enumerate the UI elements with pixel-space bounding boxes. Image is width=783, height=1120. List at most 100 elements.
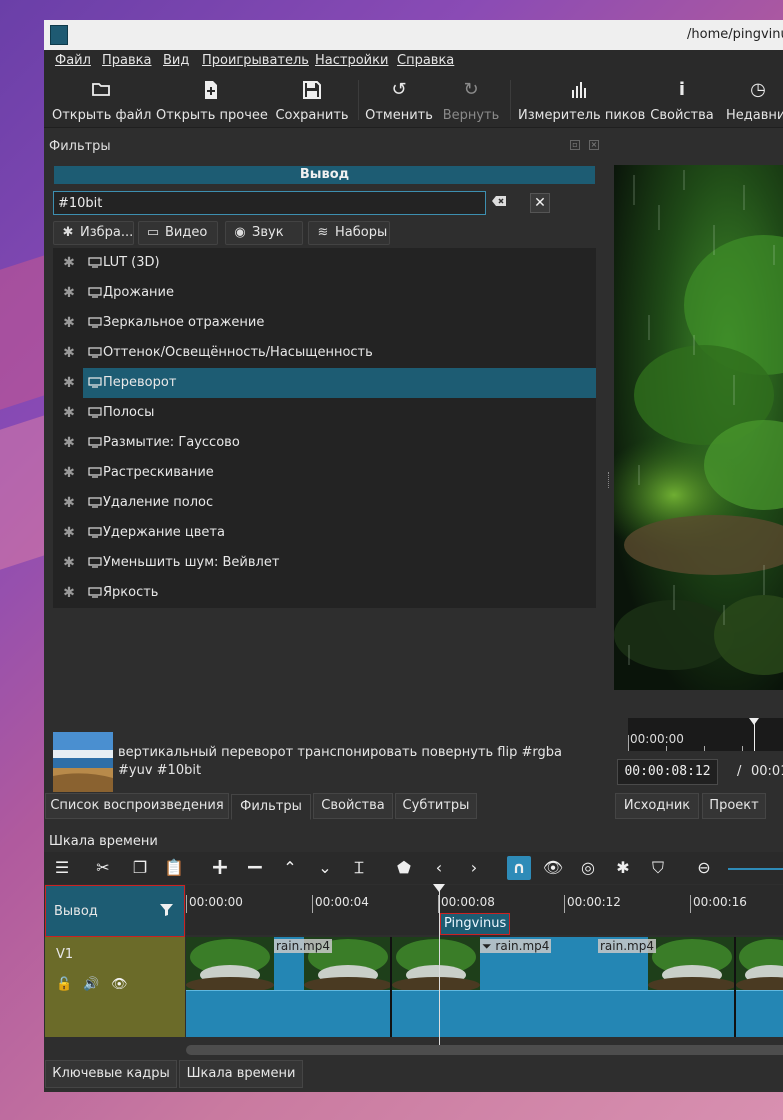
filter-item[interactable]: ✱ Оттенок/Освещённость/Насыщенность: [53, 338, 596, 368]
position-timecode[interactable]: 00:00:08:12: [617, 759, 718, 785]
filter-item[interactable]: ✱ Зеркальное отражение: [53, 308, 596, 338]
paste-icon[interactable]: 📋: [162, 856, 186, 880]
timeline-scrollbar[interactable]: [186, 1045, 783, 1055]
visibility-icon[interactable]: 👁: [111, 977, 128, 992]
star-icon[interactable]: ✱: [62, 405, 76, 421]
clear-search-icon[interactable]: [490, 195, 508, 211]
timeline-clip[interactable]: [736, 937, 783, 1037]
audio-category-button[interactable]: ◉ Звук: [225, 221, 303, 245]
video-preview: [614, 165, 783, 690]
presets-category-button[interactable]: ≋ Наборы: [308, 221, 390, 245]
timeline-marker[interactable]: Pingvinus: [440, 913, 511, 935]
menu-edit[interactable]: Правка: [102, 53, 151, 68]
v1-track-header[interactable]: V1 🔓 🔊 👁: [45, 937, 185, 1037]
lift-icon[interactable]: ⌃: [278, 856, 302, 880]
filter-funnel-icon[interactable]: [160, 903, 173, 920]
tab-subtitles[interactable]: Субтитры: [395, 793, 477, 819]
tab-playlist[interactable]: Список воспроизведения: [45, 793, 229, 819]
float-dock-icon[interactable]: ▫: [570, 140, 580, 150]
recent-button[interactable]: ◷ Недавние: [724, 72, 783, 128]
duration-timecode: 00:01: [751, 764, 783, 779]
player-scrubber[interactable]: 00:00:00: [628, 718, 783, 751]
close-search-button[interactable]: ✕: [530, 193, 550, 213]
menu-settings[interactable]: Настройки: [315, 53, 388, 68]
menu-player[interactable]: Проигрыватель: [202, 53, 309, 68]
filter-item[interactable]: ✱ Яркость: [53, 578, 596, 608]
close-dock-icon[interactable]: ×: [589, 140, 599, 150]
monitor-icon: [88, 407, 102, 418]
tab-source[interactable]: Исходник: [615, 793, 699, 819]
menu-file[interactable]: Файл: [55, 53, 91, 68]
ripple-icon[interactable]: ◎: [576, 856, 600, 880]
prev-marker-icon[interactable]: ‹: [427, 856, 451, 880]
timeline-clip[interactable]: ⏷ rain.mp4 rain.mp4: [392, 937, 736, 1037]
tab-properties[interactable]: Свойства: [313, 793, 393, 819]
video-category-button[interactable]: ▭ Видео: [138, 221, 218, 245]
peak-meter-button[interactable]: Измеритель пиков: [518, 72, 645, 128]
filter-item[interactable]: ✱ Удержание цвета: [53, 518, 596, 548]
next-marker-icon[interactable]: ›: [462, 856, 486, 880]
ripple-all-icon[interactable]: ✱: [611, 856, 635, 880]
tab-project[interactable]: Проект: [702, 793, 766, 819]
remove-icon[interactable]: −: [243, 856, 267, 880]
timeline-ruler[interactable]: 00:00:00 00:00:04 00:00:08 00:00:12 00:0…: [186, 885, 783, 913]
timeline-menu-icon[interactable]: ☰: [50, 856, 74, 880]
cut-icon[interactable]: ✂: [91, 856, 115, 880]
ripple-markers-icon[interactable]: ⛉: [646, 856, 670, 880]
playhead-handle-icon[interactable]: [433, 884, 445, 892]
filter-item[interactable]: ✱ Дрожание: [53, 278, 596, 308]
split-icon[interactable]: ⌶: [347, 856, 371, 880]
v1-track: rain.mp4 ⏷ rain.mp4 rain.mp4: [186, 937, 783, 1037]
star-icon[interactable]: ✱: [62, 465, 76, 481]
open-other-button[interactable]: Открыть прочее: [156, 72, 268, 128]
star-icon[interactable]: ✱: [62, 525, 76, 541]
star-icon[interactable]: ✱: [62, 495, 76, 511]
snap-icon[interactable]: ∩: [507, 856, 531, 880]
star-icon[interactable]: ✱: [62, 585, 76, 601]
scrub-icon[interactable]: 👁: [541, 856, 565, 880]
zoom-out-icon[interactable]: ⊖: [692, 856, 716, 880]
filters-dock-title: Фильтры: [49, 139, 111, 154]
open-file-button[interactable]: Открыть файл: [52, 72, 151, 128]
undo-button[interactable]: ↺ Отменить: [364, 72, 434, 128]
append-icon[interactable]: +: [208, 856, 232, 880]
tab-keyframes[interactable]: Ключевые кадры: [45, 1060, 177, 1088]
star-icon[interactable]: ✱: [62, 315, 76, 331]
star-icon[interactable]: ✱: [62, 285, 76, 301]
filter-item[interactable]: ✱ LUT (3D): [53, 248, 596, 278]
timeline-dock-title: Шкала времени: [49, 834, 158, 849]
filter-item[interactable]: ✱ Растрескивание: [53, 458, 596, 488]
star-icon[interactable]: ✱: [62, 255, 76, 271]
scrubber-playhead-icon[interactable]: [749, 718, 759, 725]
star-icon[interactable]: ✱: [62, 555, 76, 571]
redo-button[interactable]: ↻ Вернуть: [440, 72, 502, 128]
filter-description: вертикальный переворот транспонировать п…: [118, 745, 562, 778]
menu-help[interactable]: Справка: [397, 53, 454, 68]
star-icon[interactable]: ✱: [62, 435, 76, 451]
panel-splitter[interactable]: [608, 472, 611, 488]
tab-timeline[interactable]: Шкала времени: [179, 1060, 303, 1088]
filter-item[interactable]: ✱ Размытие: Гауссово: [53, 428, 596, 458]
copy-icon[interactable]: ❐: [128, 856, 152, 880]
filter-search-input[interactable]: [53, 191, 486, 215]
mute-icon[interactable]: 🔊: [83, 977, 99, 992]
lock-icon[interactable]: 🔓: [56, 977, 72, 992]
filter-item[interactable]: ✱ Удаление полос: [53, 488, 596, 518]
shotcut-window: /home/pingvinus Файл Правка Вид Проигрыв…: [44, 20, 783, 1092]
zoom-slider[interactable]: [728, 868, 783, 870]
star-icon[interactable]: ✱: [62, 345, 76, 361]
filter-item-selected[interactable]: ✱ Переворот: [53, 368, 596, 398]
save-button[interactable]: Сохранить: [274, 72, 350, 128]
timeline-playhead[interactable]: [439, 885, 440, 1045]
marker-icon[interactable]: ⬟: [392, 856, 416, 880]
timeline-clip[interactable]: rain.mp4: [186, 937, 392, 1037]
favorites-category-button[interactable]: ✱ Избра...: [53, 221, 134, 245]
overwrite-icon[interactable]: ⌄: [313, 856, 337, 880]
filter-item[interactable]: ✱ Полосы: [53, 398, 596, 428]
star-icon[interactable]: ✱: [62, 375, 76, 391]
properties-button[interactable]: i Свойства: [648, 72, 716, 128]
filter-item[interactable]: ✱ Уменьшить шум: Вейвлет: [53, 548, 596, 578]
output-track-header[interactable]: Вывод: [45, 885, 185, 937]
menu-view[interactable]: Вид: [163, 53, 189, 68]
tab-filters[interactable]: Фильтры: [231, 794, 311, 820]
